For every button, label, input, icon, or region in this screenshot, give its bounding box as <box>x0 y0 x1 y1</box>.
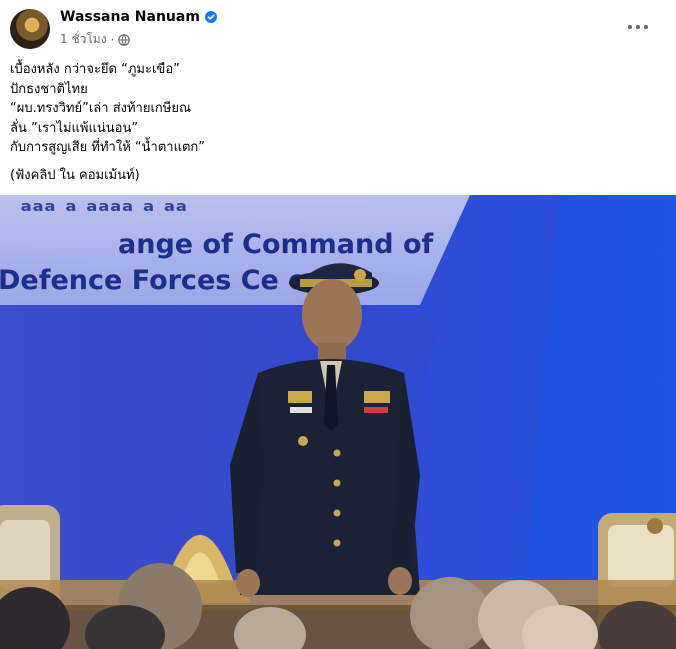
post-text-line: (ฟังคลิป ใน คอมเม้นท์) <box>10 167 140 183</box>
photo-illustration: ₐₐₐ ₐ ₐₐₐₐ ₐ ₐₐ ange of Command of Defen… <box>0 195 676 649</box>
post-text-line: “ผบ.ทรงวิทย์”เล่า ส่งท้ายเกษียณ <box>10 101 192 116</box>
post-meta: 1 ชั่วโมง · <box>60 30 131 49</box>
top-cropped-text: ₐₐₐ ₐ ₐₐₐₐ ₐ ₐₐ <box>20 195 187 218</box>
more-dot <box>636 25 640 29</box>
avatar[interactable] <box>10 9 50 49</box>
post-text-line: เบื้องหลัง กว่าจะยึด “ภูมะเขือ” <box>10 62 180 77</box>
post-text: เบื้องหลัง กว่าจะยึด “ภูมะเขือ” ปักธงชาต… <box>10 60 650 185</box>
verified-badge-icon <box>204 11 217 23</box>
globe-icon[interactable] <box>118 33 131 46</box>
more-dot <box>628 25 632 29</box>
more-options-button[interactable] <box>620 15 656 39</box>
post-header: Wassana Nanuam 1 ชั่วโมง · <box>0 0 676 52</box>
author-row: Wassana Nanuam <box>60 9 217 25</box>
more-dot <box>644 25 648 29</box>
author-name[interactable]: Wassana Nanuam <box>60 9 200 25</box>
post-text-line: ลั่น ”เราไม่แพ้แน่นอน” <box>10 120 139 136</box>
post-text-line: ปักธงชาติไทย <box>10 81 88 97</box>
meta-separator: · <box>110 32 115 47</box>
post-timestamp[interactable]: 1 ชั่วโมง <box>60 30 107 49</box>
post-text-line: กับการสูญเสีย ที่ทำให้ “น้ำตาแตก” <box>10 140 205 155</box>
post-photo[interactable]: ₐₐₐ ₐ ₐₐₐₐ ₐ ₐₐ ange of Command of Defen… <box>0 195 676 649</box>
banner-text-line1: ange of Command of <box>118 229 434 260</box>
